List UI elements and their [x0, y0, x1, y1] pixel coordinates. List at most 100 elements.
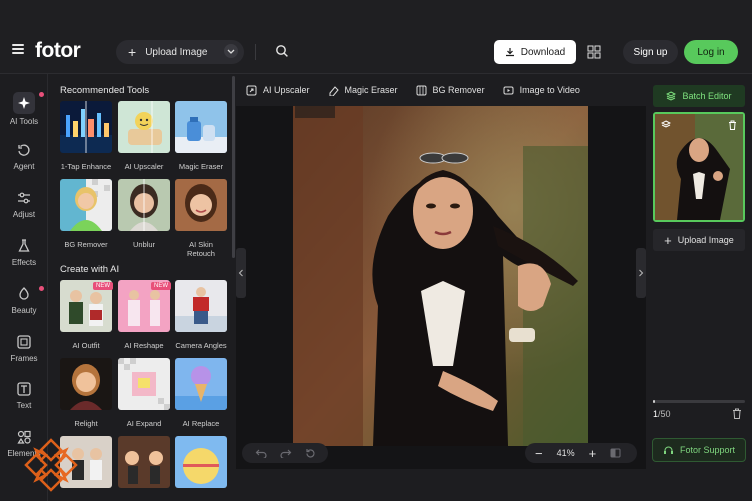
- chevron-left-icon: [238, 269, 243, 277]
- rail-label: Text: [16, 401, 32, 410]
- rail-label: Beauty: [11, 306, 37, 315]
- tool-ai-skin-retouch[interactable]: AI Skin Retouch: [175, 179, 227, 258]
- zoom-in-button[interactable]: +: [589, 446, 597, 461]
- rail-label: Frames: [10, 354, 38, 363]
- rail-item-frames[interactable]: Frames: [0, 334, 48, 363]
- upscale-icon: [246, 85, 257, 95]
- reset-icon[interactable]: [305, 448, 316, 459]
- compare-icon[interactable]: [610, 448, 621, 458]
- tool-thumbnail: [60, 179, 112, 231]
- tool-thumbnail: [118, 179, 170, 231]
- tool-relight[interactable]: Relight: [60, 358, 112, 428]
- tool-label: Relight: [74, 419, 98, 428]
- text-icon: [17, 382, 31, 396]
- rail-item-ai-tools[interactable]: AI Tools: [0, 92, 48, 126]
- trash-icon[interactable]: [732, 408, 742, 419]
- plus-icon: +: [128, 44, 137, 60]
- tool-more-2[interactable]: [118, 436, 170, 493]
- quick-tools-bar: AI Upscaler Magic Eraser BG Remover Imag…: [236, 74, 646, 106]
- redo-icon[interactable]: [279, 448, 292, 458]
- recommended-tools-title: Recommended Tools: [60, 85, 150, 96]
- create-with-ai-title: Create with AI: [60, 264, 120, 275]
- tool-label: Unblur: [132, 240, 156, 249]
- tool-thumbnail: [118, 436, 170, 488]
- rail-label: Agent: [13, 162, 35, 171]
- rail-item-effects[interactable]: Effects: [0, 238, 48, 267]
- collapse-left-panel-button[interactable]: [236, 248, 246, 298]
- undo-icon[interactable]: [255, 448, 267, 458]
- tool-1-tap-enhance[interactable]: 1-Tap Enhance: [60, 101, 112, 171]
- tool-label: Camera Angles: [175, 341, 227, 350]
- new-badge: NEW: [93, 282, 113, 290]
- tool-label: AI Outfit: [72, 341, 100, 350]
- quick-tool-bg-remover[interactable]: BG Remover: [416, 85, 485, 96]
- rail-item-text[interactable]: Text: [0, 381, 48, 410]
- progress-fill: [653, 400, 655, 403]
- quick-tool-label: BG Remover: [432, 85, 485, 95]
- chevron-right-icon: [639, 269, 644, 277]
- tool-camera-angles[interactable]: Camera Angles: [175, 280, 227, 350]
- trash-icon[interactable]: [728, 120, 737, 130]
- beauty-icon: [19, 287, 29, 300]
- collapse-right-panel-button[interactable]: [636, 248, 646, 298]
- tool-ai-reshape[interactable]: NEW AI Reshape: [118, 280, 171, 350]
- tool-ai-expand[interactable]: AI Expand: [118, 358, 170, 428]
- apps-grid-icon[interactable]: [587, 45, 601, 59]
- tool-label: AI Reshape: [124, 341, 164, 350]
- tool-label: Magic Eraser: [178, 162, 224, 171]
- quick-tool-ai-upscaler[interactable]: AI Upscaler: [246, 85, 310, 96]
- download-label: Download: [520, 46, 566, 58]
- rail-label: AI Tools: [9, 117, 39, 126]
- download-button[interactable]: Download: [494, 40, 576, 64]
- tool-label: BG Remover: [64, 240, 108, 249]
- signup-button[interactable]: Sign up: [623, 40, 678, 64]
- layers-icon[interactable]: [661, 120, 671, 130]
- tool-unblur[interactable]: Unblur: [118, 179, 170, 249]
- quick-tool-label: AI Upscaler: [263, 85, 310, 95]
- upload-image-side-button[interactable]: + Upload Image: [653, 229, 745, 251]
- rail-item-adjust[interactable]: Adjust: [0, 190, 48, 219]
- video-icon: [503, 86, 514, 94]
- tool-ai-upscaler[interactable]: AI Upscaler: [118, 101, 170, 171]
- headset-icon: [663, 446, 673, 454]
- batch-editor-label: Batch Editor: [682, 91, 732, 101]
- zoom-controls: − 41% +: [525, 443, 637, 463]
- notification-dot: [39, 286, 44, 291]
- rail-label: Effects: [11, 258, 37, 267]
- tool-bg-remover[interactable]: BG Remover: [60, 179, 112, 249]
- quick-tool-image-to-video[interactable]: Image to Video: [503, 85, 580, 96]
- menu-icon[interactable]: [12, 44, 24, 54]
- batch-editor-button[interactable]: Batch Editor: [653, 85, 745, 107]
- download-icon: [505, 48, 514, 57]
- tool-ai-outfit[interactable]: NEW AI Outfit: [60, 280, 113, 350]
- rail-item-agent[interactable]: Agent: [0, 142, 48, 171]
- tool-magic-eraser[interactable]: Magic Eraser: [175, 101, 227, 171]
- flask-icon: [18, 239, 30, 252]
- search-icon[interactable]: [275, 44, 289, 58]
- tool-thumbnail: [175, 436, 227, 488]
- upload-image-label: Upload Image: [145, 46, 208, 58]
- tool-thumbnail: [175, 280, 227, 332]
- tool-more-3[interactable]: [175, 436, 227, 493]
- quick-tool-magic-eraser[interactable]: Magic Eraser: [328, 85, 398, 96]
- layers-icon: [666, 91, 677, 101]
- tool-ai-replace[interactable]: AI Replace: [175, 358, 227, 428]
- tool-label: AI Replace: [182, 419, 220, 428]
- tool-label: 1-Tap Enhance: [60, 162, 112, 171]
- tool-thumbnail: [118, 101, 170, 153]
- rail-item-beauty[interactable]: Beauty: [0, 286, 48, 315]
- upload-image-side-label: Upload Image: [677, 235, 734, 245]
- chevron-down-icon[interactable]: [224, 44, 238, 58]
- zoom-out-button[interactable]: −: [535, 446, 543, 461]
- tool-label: AI Upscaler: [124, 162, 164, 171]
- tool-thumbnail: [60, 358, 112, 410]
- logo[interactable]: fotor: [35, 39, 81, 63]
- zoom-level[interactable]: 41%: [557, 448, 575, 458]
- selected-image-thumbnail[interactable]: [653, 112, 745, 222]
- tools-scrollbar[interactable]: [232, 76, 235, 258]
- upload-image-button[interactable]: + Upload Image: [116, 40, 244, 64]
- login-button[interactable]: Log in: [684, 40, 738, 64]
- sparkle-icon: [18, 97, 30, 109]
- fotor-support-button[interactable]: Fotor Support: [652, 438, 746, 462]
- canvas-photo[interactable]: [293, 106, 588, 446]
